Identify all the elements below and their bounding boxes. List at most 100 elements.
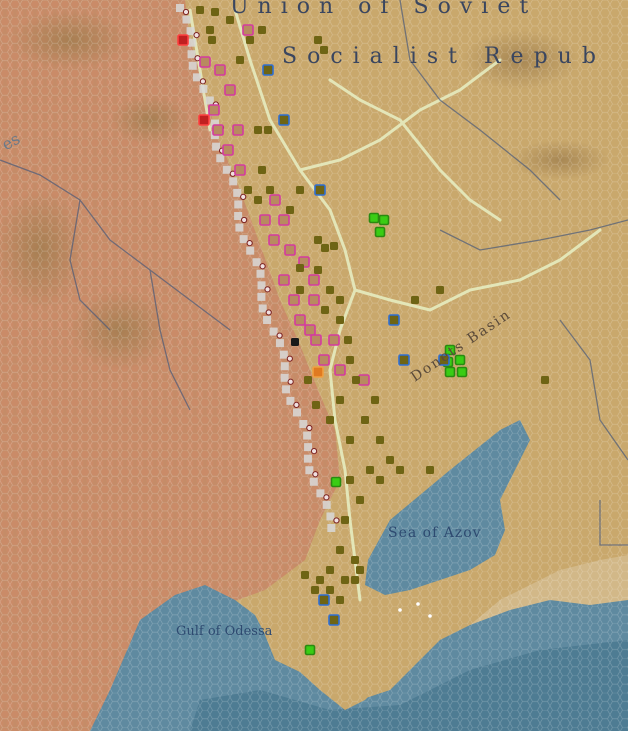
soviet-infantry-unit-icon[interactable] <box>321 244 329 252</box>
soviet-infantry-unit-icon[interactable] <box>376 476 384 484</box>
airbase-icon[interactable] <box>312 471 319 478</box>
airbase-icon[interactable] <box>293 401 300 408</box>
axis-infantry-unit-icon[interactable] <box>334 364 346 376</box>
soviet-hq-unit-icon[interactable] <box>318 594 330 606</box>
airbase-icon[interactable] <box>265 309 272 316</box>
airbase-icon[interactable] <box>259 263 266 270</box>
airbase-icon[interactable] <box>306 424 313 432</box>
soviet-hq-unit-icon[interactable] <box>388 314 400 326</box>
airbase-icon[interactable] <box>287 378 294 385</box>
airbase-icon[interactable] <box>246 240 253 247</box>
soviet-infantry-unit-icon[interactable] <box>296 286 304 294</box>
soviet-infantry-unit-icon[interactable] <box>236 56 244 64</box>
axis-infantry-unit-icon[interactable] <box>288 294 300 306</box>
soviet-tank-unit-icon[interactable] <box>368 212 380 224</box>
soviet-infantry-unit-icon[interactable] <box>326 416 334 424</box>
soviet-infantry-unit-icon[interactable] <box>356 496 364 504</box>
soviet-hq-unit-icon[interactable] <box>398 354 410 366</box>
soviet-infantry-unit-icon[interactable] <box>411 296 419 304</box>
airbase-icon[interactable] <box>199 78 207 85</box>
airbase-icon[interactable] <box>333 517 340 524</box>
soviet-infantry-unit-icon[interactable] <box>436 286 444 294</box>
soviet-infantry-unit-icon[interactable] <box>356 566 364 574</box>
soviet-infantry-unit-icon[interactable] <box>386 456 394 464</box>
axis-infantry-unit-icon[interactable] <box>269 194 281 206</box>
soviet-infantry-unit-icon[interactable] <box>311 586 319 594</box>
soviet-tank-unit-icon[interactable] <box>374 226 386 238</box>
axis-infantry-unit-icon[interactable] <box>358 374 370 386</box>
soviet-infantry-unit-icon[interactable] <box>246 36 254 44</box>
soviet-tank-unit-icon[interactable] <box>304 644 316 656</box>
soviet-infantry-unit-icon[interactable] <box>266 186 274 194</box>
soviet-infantry-unit-icon[interactable] <box>211 8 219 16</box>
soviet-tank-unit-icon[interactable] <box>444 366 456 378</box>
airbase-icon[interactable] <box>276 332 283 339</box>
soviet-hq-unit-icon[interactable] <box>262 64 274 76</box>
soviet-infantry-unit-icon[interactable] <box>254 126 262 134</box>
soviet-infantry-unit-icon[interactable] <box>314 36 322 44</box>
axis-hq-unit-icon[interactable] <box>198 114 210 126</box>
soviet-infantry-unit-icon[interactable] <box>336 396 344 404</box>
axis-infantry-unit-icon[interactable] <box>214 64 226 76</box>
axis-infantry-unit-icon[interactable] <box>278 214 290 226</box>
axis-infantry-unit-icon[interactable] <box>284 244 296 256</box>
axis-infantry-unit-icon[interactable] <box>328 334 340 346</box>
axis-infantry-unit-icon[interactable] <box>278 274 290 286</box>
isolated-unit-icon[interactable] <box>291 338 299 346</box>
soviet-tank-unit-icon[interactable] <box>456 366 468 378</box>
axis-infantry-unit-icon[interactable] <box>310 334 322 346</box>
airbase-icon[interactable] <box>286 355 293 362</box>
soviet-infantry-unit-icon[interactable] <box>314 236 322 244</box>
soviet-infantry-unit-icon[interactable] <box>244 186 252 194</box>
soviet-infantry-unit-icon[interactable] <box>366 466 374 474</box>
soviet-hq-unit-icon[interactable] <box>278 114 290 126</box>
axis-infantry-unit-icon[interactable] <box>308 294 320 306</box>
soviet-infantry-unit-icon[interactable] <box>286 206 294 214</box>
soviet-infantry-unit-icon[interactable] <box>258 166 266 174</box>
soviet-infantry-unit-icon[interactable] <box>341 516 349 524</box>
axis-infantry-unit-icon[interactable] <box>318 354 330 366</box>
soviet-infantry-unit-icon[interactable] <box>206 26 214 34</box>
axis-infantry-unit-icon[interactable] <box>268 234 280 246</box>
map-canvas[interactable] <box>0 0 628 731</box>
axis-infantry-unit-icon[interactable] <box>208 104 220 116</box>
axis-allied-unit-icon[interactable] <box>312 366 324 378</box>
soviet-tank-unit-icon[interactable] <box>378 214 390 226</box>
soviet-infantry-unit-icon[interactable] <box>346 476 354 484</box>
soviet-infantry-unit-icon[interactable] <box>314 266 322 274</box>
soviet-hq-unit-icon[interactable] <box>314 184 326 196</box>
soviet-infantry-unit-icon[interactable] <box>321 306 329 314</box>
soviet-infantry-unit-icon[interactable] <box>196 6 204 14</box>
axis-infantry-unit-icon[interactable] <box>212 124 224 136</box>
soviet-infantry-unit-icon[interactable] <box>254 196 262 204</box>
airbase-icon[interactable] <box>193 32 200 39</box>
axis-infantry-unit-icon[interactable] <box>199 56 211 68</box>
soviet-infantry-unit-icon[interactable] <box>351 556 359 564</box>
soviet-infantry-unit-icon[interactable] <box>346 356 354 364</box>
soviet-infantry-unit-icon[interactable] <box>326 586 334 594</box>
soviet-infantry-unit-icon[interactable] <box>352 376 360 384</box>
soviet-hq-unit-icon[interactable] <box>328 614 340 626</box>
axis-hq-unit-icon[interactable] <box>177 34 189 46</box>
soviet-infantry-unit-icon[interactable] <box>264 126 272 134</box>
soviet-infantry-unit-icon[interactable] <box>301 571 309 579</box>
airbase-icon[interactable] <box>323 494 330 501</box>
axis-infantry-unit-icon[interactable] <box>224 84 236 96</box>
soviet-infantry-unit-icon[interactable] <box>396 466 404 474</box>
axis-infantry-unit-icon[interactable] <box>232 124 244 136</box>
airbase-icon[interactable] <box>241 216 248 224</box>
soviet-infantry-unit-icon[interactable] <box>336 546 344 554</box>
soviet-infantry-unit-icon[interactable] <box>304 376 312 384</box>
soviet-infantry-unit-icon[interactable] <box>376 436 384 444</box>
soviet-infantry-unit-icon[interactable] <box>208 36 216 44</box>
airbase-icon[interactable] <box>240 193 247 200</box>
strategic-hex-map[interactable]: Union of Soviet Socialist Repub Donets B… <box>0 0 628 731</box>
soviet-infantry-unit-icon[interactable] <box>346 436 354 444</box>
axis-infantry-unit-icon[interactable] <box>242 24 254 36</box>
soviet-infantry-unit-icon[interactable] <box>541 376 549 384</box>
soviet-infantry-unit-icon[interactable] <box>258 26 266 34</box>
soviet-infantry-unit-icon[interactable] <box>296 264 304 272</box>
soviet-infantry-unit-icon[interactable] <box>330 242 338 250</box>
axis-infantry-unit-icon[interactable] <box>294 314 306 326</box>
soviet-infantry-unit-icon[interactable] <box>326 286 334 294</box>
